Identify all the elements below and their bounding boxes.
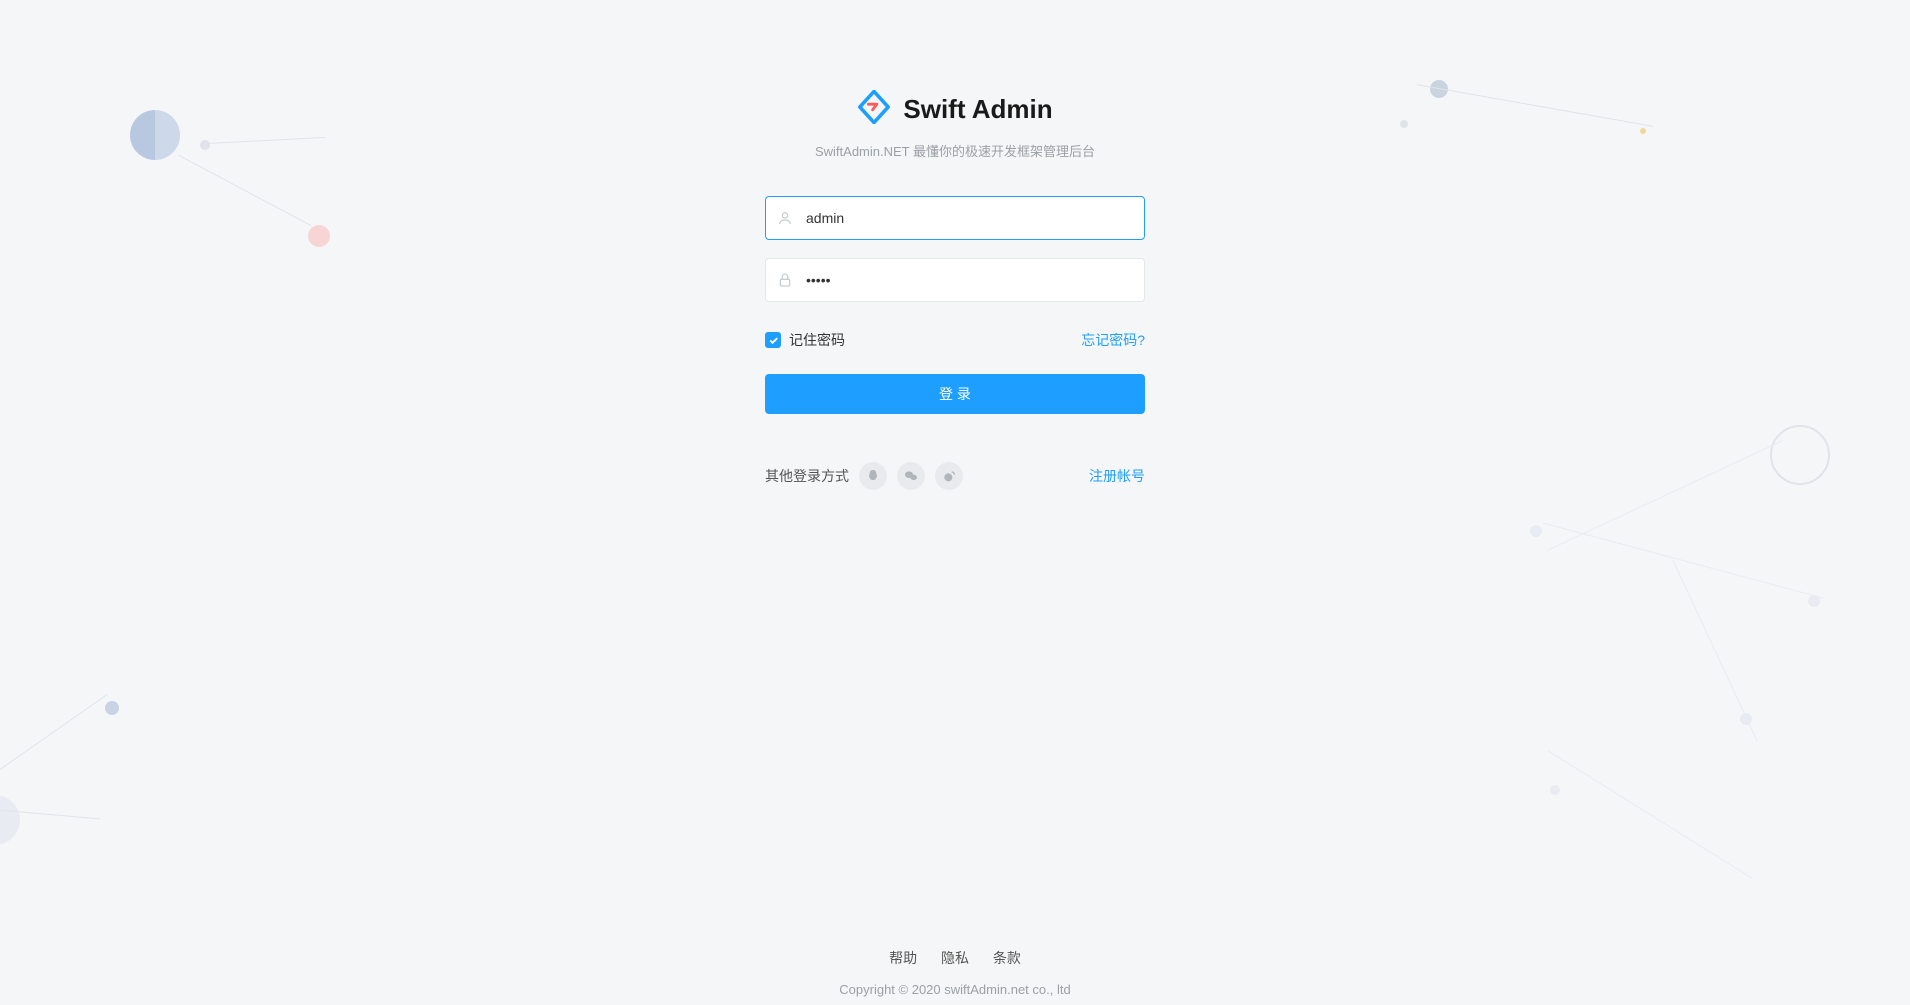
user-icon — [777, 210, 793, 226]
password-field-group — [765, 258, 1145, 302]
remember-label: 记住密码 — [789, 330, 845, 350]
forgot-password-link[interactable]: 忘记密码? — [1081, 330, 1145, 350]
decoration-top-left — [100, 100, 380, 280]
register-link[interactable]: 注册帐号 — [1089, 466, 1145, 486]
footer-link-help[interactable]: 帮助 — [889, 950, 917, 966]
copyright-text: Copyright © 2020 swiftAdmin.net co., ltd — [0, 982, 1910, 997]
login-panel: Swift Admin SwiftAdmin.NET 最懂你的极速开发框架管理后… — [755, 90, 1155, 490]
footer-link-privacy[interactable]: 隐私 — [941, 950, 969, 966]
decoration-bottom-right — [1370, 425, 1850, 785]
username-input[interactable] — [765, 196, 1145, 240]
decoration-bottom-left — [0, 665, 170, 845]
decoration-top-right — [1400, 80, 1660, 160]
qq-login-icon[interactable] — [859, 462, 887, 490]
check-icon — [765, 332, 781, 348]
login-button[interactable]: 登 录 — [765, 374, 1145, 414]
brand-title: Swift Admin — [903, 94, 1052, 125]
remember-checkbox[interactable]: 记住密码 — [765, 330, 845, 350]
lock-icon — [777, 272, 793, 288]
username-field-group — [765, 196, 1145, 240]
footer-link-terms[interactable]: 条款 — [993, 950, 1021, 966]
brand-subtitle: SwiftAdmin.NET 最懂你的极速开发框架管理后台 — [755, 141, 1155, 160]
password-input[interactable] — [765, 258, 1145, 302]
weibo-login-icon[interactable] — [935, 462, 963, 490]
other-login-label: 其他登录方式 — [765, 466, 849, 486]
logo-icon — [857, 90, 891, 129]
wechat-login-icon[interactable] — [897, 462, 925, 490]
footer: 帮助 隐私 条款 Copyright © 2020 swiftAdmin.net… — [0, 948, 1910, 997]
